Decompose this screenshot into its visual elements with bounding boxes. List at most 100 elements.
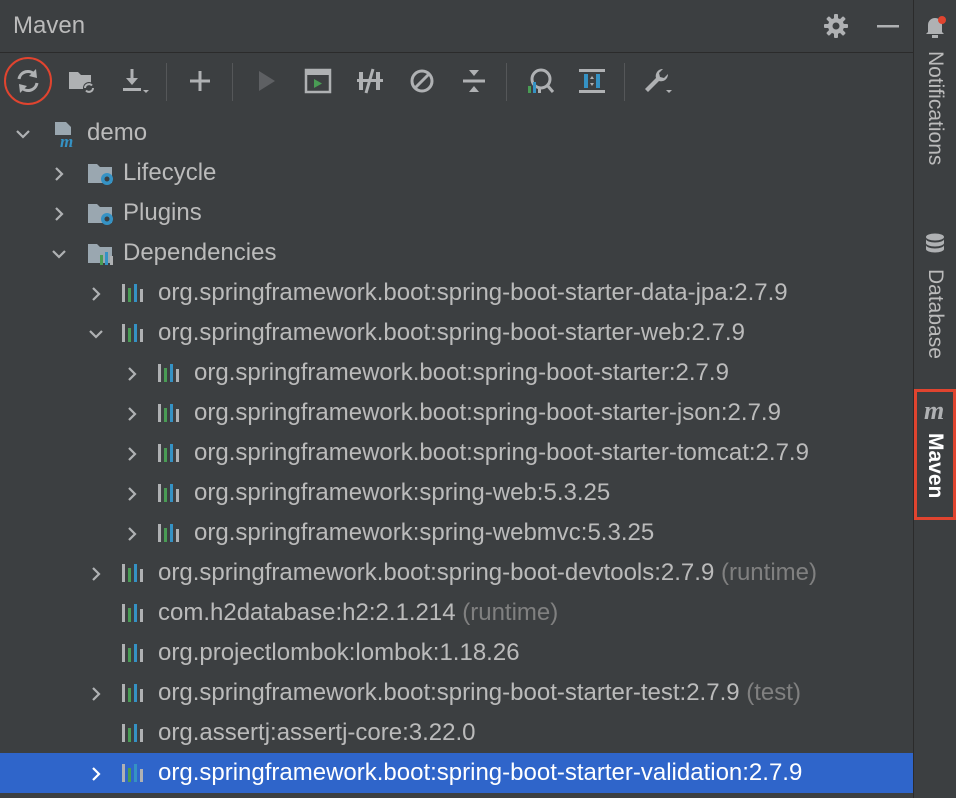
chevron-down-icon[interactable] [13,123,33,143]
dependency-coordinates: org.springframework.boot:spring-boot-sta… [194,359,729,386]
tree-node-dependencies[interactable]: Dependencies [0,233,913,273]
dependency-coordinates: org.springframework:spring-webmvc:5.3.25 [194,519,655,546]
chevron-down-icon[interactable] [49,243,69,263]
svg-text:m: m [60,132,73,148]
dependency-label: org.springframework.boot:spring-boot-sta… [158,759,802,787]
dependency-label: org.springframework.boot:spring-boot-sta… [194,439,809,467]
run-maven-build-button[interactable] [246,61,286,101]
tab-maven[interactable]: m Maven [914,389,956,520]
toggle-offline-mode-button[interactable] [350,61,390,101]
tree-node-plugins[interactable]: Plugins [0,193,913,233]
minimize-icon[interactable] [874,12,902,40]
dependencies-folder-icon [86,240,114,266]
reload-all-maven-projects-button[interactable] [8,61,48,101]
chevron-right-icon[interactable] [122,403,142,423]
tab-database[interactable]: Database [914,232,956,359]
dependency-row[interactable]: org.springframework.boot:spring-boot-sta… [0,753,913,793]
chevron-right-icon[interactable] [86,683,106,703]
plugins-folder-icon [86,200,114,226]
dependency-icon [156,440,184,466]
dependency-label: org.springframework:spring-web:5.3.25 [194,479,610,507]
analyze-icon [524,66,556,96]
dependency-label: org.springframework.boot:spring-boot-dev… [158,559,817,587]
dependency-coordinates: org.assertj:assertj-core:3.22.0 [158,719,476,746]
run-icon [253,68,279,94]
maven-project-icon: m [52,120,80,151]
dependency-label: org.springframework.boot:spring-boot-sta… [158,279,788,307]
skip-tests-icon [407,66,437,96]
dependency-row[interactable]: com.h2database:h2:2.1.214 (runtime) [0,593,913,633]
dependency-icon [120,560,148,586]
refresh-icon [13,66,43,96]
tab-notifications[interactable]: Notifications [914,14,956,165]
dependency-scope: (runtime) [462,599,559,626]
skip-tests-button[interactable] [402,61,442,101]
dependency-label: org.projectlombok:lombok:1.18.26 [158,639,520,667]
generate-sources-button[interactable] [62,61,102,101]
gear-icon[interactable] [822,12,850,40]
add-maven-projects-button[interactable] [180,61,220,101]
chevron-right-icon[interactable] [49,203,69,223]
dependency-coordinates: org.springframework.boot:spring-boot-sta… [194,399,781,426]
maven-toolbar [0,53,913,111]
analyze-dependencies-button[interactable] [520,61,560,101]
tab-label: Database [924,269,947,359]
tool-window-header: Maven [0,0,913,53]
dependency-icon [156,400,184,426]
dependency-row[interactable]: org.springframework.boot:spring-boot-dev… [0,553,913,593]
tree-node-demo[interactable]: m demo [0,113,913,153]
chevron-right-icon[interactable] [86,283,106,303]
dependency-row[interactable]: org.projectlombok:lombok:1.18.26 [0,633,913,673]
dependency-coordinates: org.springframework:spring-web:5.3.25 [194,479,611,506]
dependency-row[interactable]: org.springframework:spring-web:5.3.25 [0,473,913,513]
dependency-row[interactable]: org.springframework:spring-webmvc:5.3.25 [0,513,913,553]
dependency-label: org.springframework.boot:spring-boot-sta… [194,359,729,387]
dependency-icon [120,720,148,746]
tree-node-label: Dependencies [123,239,277,266]
tree-node-label: Plugins [123,199,202,226]
chevron-right-icon[interactable] [122,443,142,463]
chevron-right-icon[interactable] [122,363,142,383]
show-dependencies-icon [576,66,608,96]
dependency-icon [156,520,184,546]
chevron-right-icon[interactable] [86,563,106,583]
dependency-row[interactable]: org.springframework.boot:spring-boot-sta… [0,393,913,433]
dependency-coordinates: org.springframework.boot:spring-boot-sta… [158,279,788,306]
plus-icon [187,68,213,94]
dependency-label: org.springframework.boot:spring-boot-sta… [194,399,781,427]
dependency-coordinates: org.springframework.boot:spring-boot-sta… [158,319,745,346]
dependency-icon [156,480,184,506]
bell-icon [922,14,948,45]
tool-window-title: Maven [13,12,86,39]
svg-text:m: m [924,398,944,422]
tree-node-lifecycle[interactable]: Lifecycle [0,153,913,193]
dependency-row[interactable]: org.springframework.boot:spring-boot-sta… [0,673,913,713]
execute-maven-goal-button[interactable] [298,61,338,101]
dependency-row[interactable]: org.springframework.boot:spring-boot-sta… [0,353,913,393]
collapse-all-button[interactable] [454,61,494,101]
database-icon [923,232,947,263]
dependency-icon [120,640,148,666]
chevron-down-icon[interactable] [86,323,106,343]
dependency-row[interactable]: org.springframework.boot:spring-boot-sta… [0,313,913,353]
chevron-right-icon[interactable] [122,483,142,503]
dependency-coordinates: org.springframework.boot:spring-boot-sta… [158,759,803,786]
collapse-icon [459,66,489,96]
show-dependencies-button[interactable] [572,61,612,101]
right-tool-stripe: Notifications Database m Maven [913,0,956,798]
offline-icon [354,66,386,96]
dependency-coordinates: org.projectlombok:lombok:1.18.26 [158,639,520,666]
dependency-row[interactable]: org.assertj:assertj-core:3.22.0 [0,713,913,753]
tree-node-label: demo [87,119,148,146]
tree-node-label: Lifecycle [123,159,217,186]
dependency-icon [120,280,148,306]
chevron-right-icon[interactable] [122,523,142,543]
chevron-right-icon[interactable] [86,763,106,783]
chevron-right-icon[interactable] [49,163,69,183]
download-sources-button[interactable] [114,61,154,101]
dependency-row[interactable]: org.springframework.boot:spring-boot-sta… [0,273,913,313]
dependency-row[interactable]: org.springframework.boot:spring-boot-sta… [0,433,913,473]
build-tool-settings-button[interactable] [638,61,678,101]
dependency-coordinates: com.h2database:h2:2.1.214 [158,599,456,626]
dependency-coordinates: org.springframework.boot:spring-boot-sta… [158,679,740,706]
